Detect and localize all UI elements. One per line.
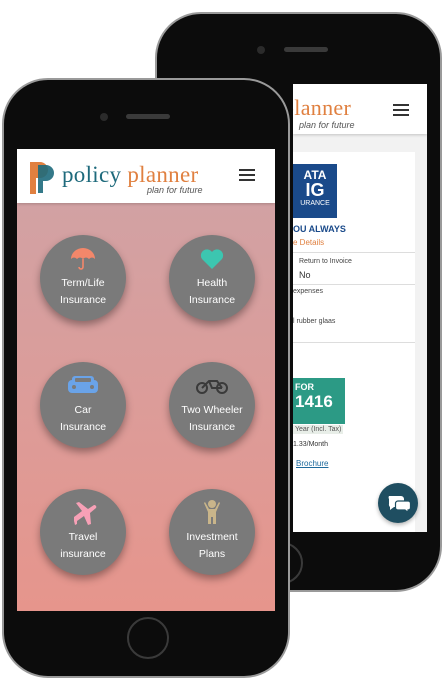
- tile-term-life-insurance[interactable]: Term/Life Insurance: [40, 235, 126, 321]
- tile-label-line2: Insurance: [188, 294, 236, 306]
- back-phone-camera: [257, 46, 265, 54]
- brand-planner: planner: [127, 162, 199, 187]
- umbrella-icon: [71, 248, 95, 270]
- back-header: planner plan for future: [293, 84, 427, 134]
- policy-planner-logo-icon: [30, 162, 54, 194]
- expenses-text: expenses: [293, 288, 323, 295]
- feature-label: Return to Invoice: [299, 258, 352, 265]
- tile-two-wheeler-insurance[interactable]: Two Wheeler Insurance: [169, 362, 255, 448]
- back-brand-name: planner: [293, 95, 351, 121]
- front-phone-screen: policy planner plan for future Term/Life…: [17, 149, 275, 611]
- tile-health-insurance[interactable]: Health Insurance: [169, 235, 255, 321]
- app-header: policy planner plan for future: [17, 149, 275, 203]
- person-icon: [204, 500, 220, 524]
- tile-label-line2: Insurance: [188, 421, 236, 433]
- car-icon: [68, 376, 98, 393]
- tile-label-line1: Investment: [186, 531, 238, 543]
- view-details-link[interactable]: e Details: [293, 238, 324, 247]
- front-phone-speaker: [126, 114, 170, 119]
- brand-tagline: plan for future: [147, 185, 203, 195]
- airplane-icon: [74, 502, 97, 525]
- insurer-logo-text-2: IG: [305, 180, 325, 200]
- divider: [293, 284, 415, 285]
- brochure-link[interactable]: Brochure: [296, 459, 328, 468]
- price-cta[interactable]: FOR 1416: [293, 378, 345, 424]
- front-phone-frame: policy planner plan for future Term/Life…: [2, 78, 290, 678]
- back-brand-planner: planner: [293, 95, 352, 120]
- insurer-slogan: OU ALWAYS: [293, 224, 346, 234]
- tile-investment-plans[interactable]: Investment Plans: [169, 489, 255, 575]
- tile-label-line2: insurance: [60, 548, 106, 560]
- insurer-logo: ATA IG URANCE: [293, 164, 337, 218]
- price-for-label: FOR: [295, 382, 314, 392]
- quote-card: ATA IG URANCE OU ALWAYS e Details Return…: [293, 152, 415, 532]
- brand-policy: policy: [62, 162, 122, 187]
- front-phone-home-button: [127, 617, 169, 659]
- heart-icon: [200, 249, 224, 269]
- front-phone-camera: [100, 113, 108, 121]
- tile-travel-insurance[interactable]: Travel insurance: [40, 489, 126, 575]
- insurer-logo-text-3: URANCE: [300, 200, 330, 207]
- tile-label-line1: Car: [74, 404, 92, 416]
- back-tagline: plan for future: [299, 120, 355, 130]
- divider: [293, 342, 415, 343]
- back-phone-screen: planner plan for future ATA IG URANCE OU…: [293, 84, 427, 532]
- chat-button[interactable]: [378, 483, 418, 523]
- chat-icon: [388, 496, 412, 514]
- tile-label-line1: Travel: [68, 531, 98, 543]
- price-period: Year (Incl. Tax): [293, 425, 344, 434]
- monthly-price: 1.33/Month: [293, 441, 329, 448]
- back-phone-speaker: [284, 47, 328, 52]
- tile-label-line1: Two Wheeler: [181, 404, 243, 416]
- motorbike-icon: [196, 380, 228, 394]
- divider: [293, 252, 415, 253]
- rubber-text: l rubber glaas: [293, 318, 336, 325]
- tile-label-line1: Term/Life: [61, 277, 105, 289]
- tile-label-line2: Insurance: [59, 294, 107, 306]
- tile-label-line2: Plans: [198, 548, 226, 560]
- tile-label-line2: Insurance: [59, 421, 107, 433]
- tile-label-line1: Health: [196, 277, 228, 289]
- tile-car-insurance[interactable]: Car Insurance: [40, 362, 126, 448]
- hamburger-icon[interactable]: [239, 169, 255, 181]
- price-value: 1416: [295, 392, 333, 411]
- feature-value: No: [299, 270, 311, 280]
- back-hamburger-icon[interactable]: [393, 104, 409, 116]
